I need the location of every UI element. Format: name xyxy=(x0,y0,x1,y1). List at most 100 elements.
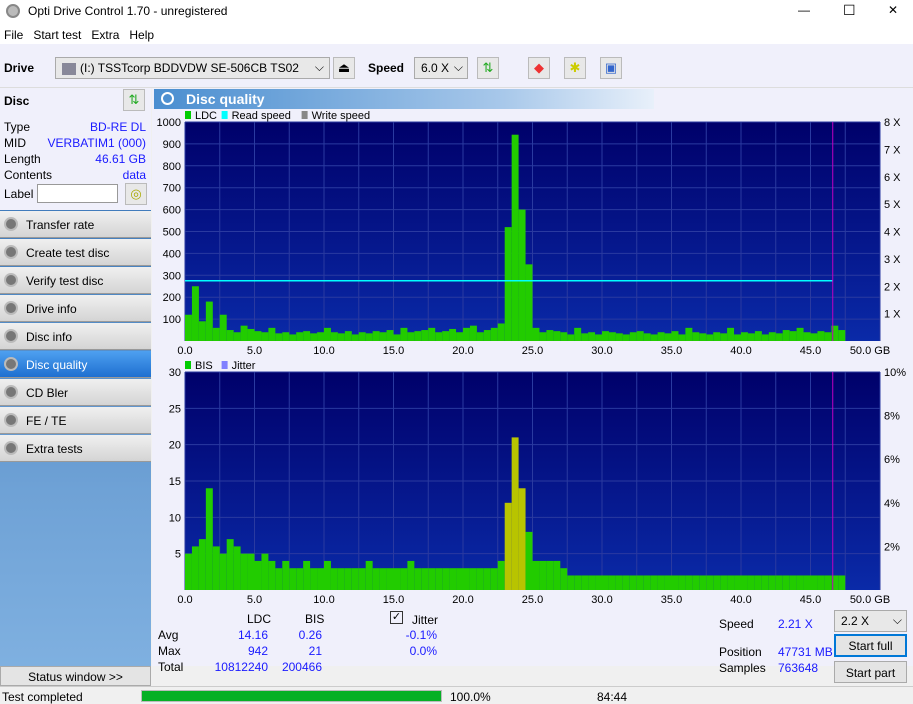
legend-swatch xyxy=(221,361,228,369)
ldc-bar xyxy=(608,332,616,341)
y-tick-label: 10 xyxy=(169,512,181,524)
ldc-bar xyxy=(205,301,213,341)
jitter-checkbox[interactable]: ✓ xyxy=(390,611,403,624)
ldc-bar xyxy=(490,327,498,341)
ldc-bar xyxy=(379,332,387,341)
ldc-bar xyxy=(636,331,644,341)
ldc-bar xyxy=(428,327,436,341)
start-full-button[interactable]: Start full xyxy=(834,634,907,657)
y2-tick-label: 2% xyxy=(884,541,900,553)
stat-bis: 0.26 xyxy=(298,628,322,642)
bis-bar xyxy=(567,575,575,590)
ldc-bar xyxy=(747,333,755,341)
test-speed-select[interactable]: 2.2 X ⌵ xyxy=(834,610,907,632)
stat-jitter: 0.0% xyxy=(409,644,437,658)
ldc-bar xyxy=(629,332,637,341)
bis-bar xyxy=(734,575,741,590)
y-tick-label: 30 xyxy=(169,367,181,379)
bis-bar xyxy=(275,568,283,590)
x-tick-label: 10.0 xyxy=(313,345,334,357)
bis-bar xyxy=(303,560,311,590)
bis-bar xyxy=(546,560,554,590)
bis-bar xyxy=(289,568,297,590)
bis-bar xyxy=(476,568,484,590)
bis-bar xyxy=(442,568,450,590)
ldc-bar xyxy=(219,314,227,341)
bis-bar xyxy=(581,575,589,590)
stat-bis: 200466 xyxy=(281,660,322,674)
ldc-bar xyxy=(191,286,199,341)
ldc-bar xyxy=(574,327,582,341)
bis-bar xyxy=(761,575,769,590)
y-tick-label: 15 xyxy=(169,476,181,488)
bis-bar xyxy=(226,539,234,590)
stat-row-label: Max xyxy=(158,644,181,658)
ldc-bar xyxy=(615,333,623,341)
y2-tick-label: 8% xyxy=(884,411,900,423)
bis-bar xyxy=(775,575,783,590)
y-tick-label: 25 xyxy=(169,403,181,415)
x-tick-label: 25.0 xyxy=(522,345,543,357)
y2-tick-label: 7 X xyxy=(884,144,901,156)
bis-bar xyxy=(525,531,533,590)
ldc-bar xyxy=(296,332,304,341)
y2-tick-label: 1 X xyxy=(884,309,901,321)
ldc-bar xyxy=(393,334,401,341)
bis-bar xyxy=(699,575,707,590)
bis-bar xyxy=(796,575,804,590)
bis-bar xyxy=(782,575,790,590)
bis-bar xyxy=(198,539,206,590)
bis-bar xyxy=(379,568,387,590)
ldc-bar xyxy=(449,328,457,341)
ldc-bar xyxy=(247,328,255,341)
y-tick-label: 100 xyxy=(163,314,181,326)
ldc-bar xyxy=(240,325,248,341)
ldc-bar xyxy=(622,334,630,341)
ldc-bar xyxy=(198,321,206,341)
ldc-bar xyxy=(817,331,825,341)
ldc-bar xyxy=(546,330,554,341)
ldc-bar xyxy=(282,332,290,341)
x-tick-label: 30.0 xyxy=(591,345,612,357)
bis-bar xyxy=(727,575,735,590)
y2-tick-label: 10% xyxy=(884,367,906,379)
bis-bar xyxy=(407,560,415,590)
bis-bar xyxy=(324,560,331,590)
x-tick-label: 40.0 xyxy=(730,345,751,357)
stat-row-label: Total xyxy=(158,660,184,674)
ldc-bar xyxy=(351,334,359,341)
bis-bar xyxy=(483,568,491,590)
bis-bar xyxy=(233,546,241,590)
ldc-bar xyxy=(650,334,658,341)
bis-bar xyxy=(386,568,394,590)
x-tick-label: 45.0 xyxy=(800,594,821,606)
bis-bar xyxy=(817,575,825,590)
bis-bar xyxy=(185,553,192,590)
bis-bar xyxy=(810,575,818,590)
ldc-bar xyxy=(803,332,811,341)
ldc-bar xyxy=(838,330,846,341)
stat-row-label: Avg xyxy=(158,628,179,642)
ldc-bar xyxy=(344,331,352,341)
y2-tick-label: 4 X xyxy=(884,227,901,239)
bis-bar xyxy=(622,575,630,590)
ldc-bar xyxy=(469,325,477,341)
progress-bar xyxy=(141,690,442,702)
bis-bar xyxy=(803,575,811,590)
x-tick-label: 5.0 xyxy=(247,594,262,606)
stat-jitter: -0.1% xyxy=(405,628,437,642)
elapsed-time: 84:44 xyxy=(597,690,628,704)
y-tick-label: 300 xyxy=(163,270,181,282)
y2-tick-label: 3 X xyxy=(884,254,901,266)
ldc-bar xyxy=(289,334,297,341)
ldc-bar xyxy=(657,332,665,341)
ldc-bar xyxy=(761,334,769,341)
ldc-bar xyxy=(268,327,276,341)
col-ldc: LDC xyxy=(247,612,272,626)
bis-bar xyxy=(824,575,832,590)
y2-tick-label: 5 X xyxy=(884,199,901,211)
bis-bar xyxy=(317,568,324,590)
start-full-label: Start full xyxy=(848,639,893,653)
start-part-button[interactable]: Start part xyxy=(834,661,907,683)
x-tick-label: 0.0 xyxy=(177,594,192,606)
